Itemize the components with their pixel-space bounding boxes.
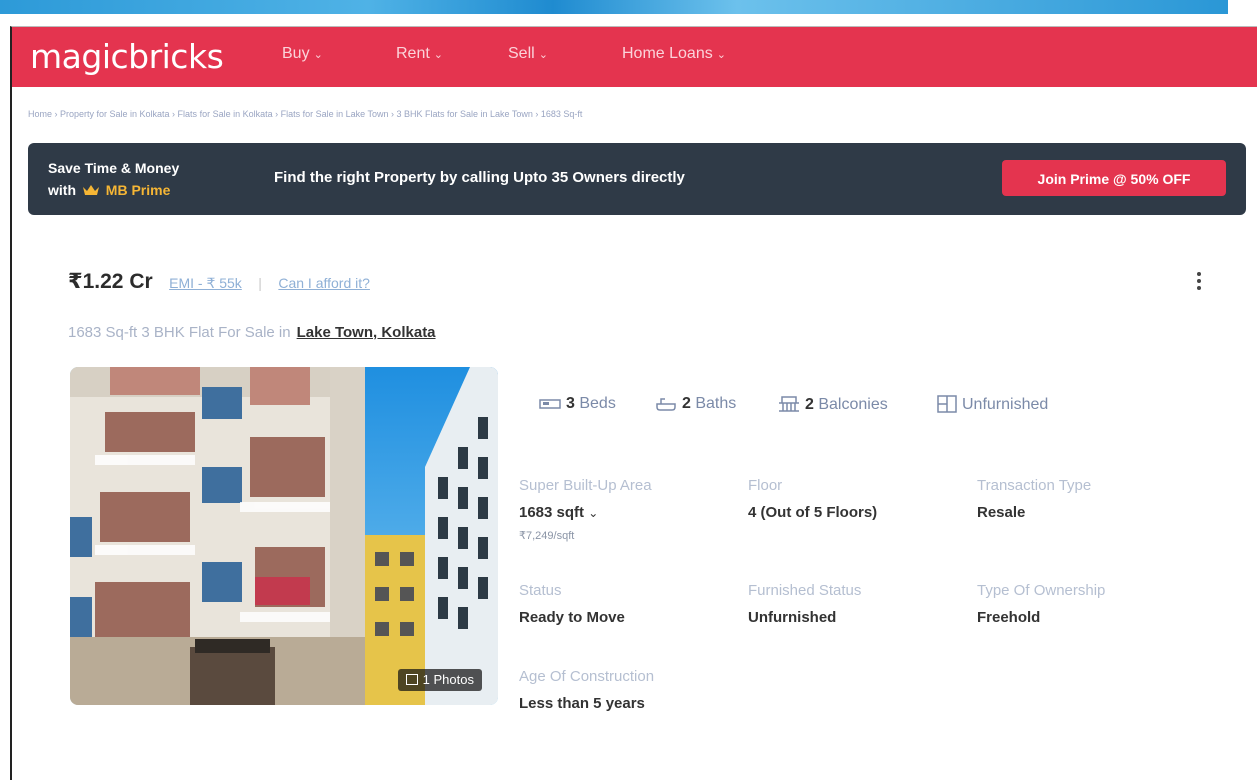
construction-age-value: Less than 5 years <box>519 695 645 712</box>
ownership-type-value: Freehold <box>977 609 1041 626</box>
transaction-type-label: Transaction Type <box>977 477 1092 494</box>
prime-banner: Save Time & Money with MB Prime Find the… <box>28 143 1246 215</box>
chevron-down-icon: ⌄ <box>588 506 599 520</box>
balconies-label: Balconies <box>818 396 888 413</box>
nav-sell-label: Sell <box>508 45 535 62</box>
bath-icon <box>656 398 676 411</box>
prime-promo-text: Save Time & Money with MB Prime <box>48 157 179 201</box>
summary-balconies: 2 Balconies <box>778 395 888 414</box>
prime-line-1: Save Time & Money <box>48 160 180 176</box>
balcony-icon <box>779 396 799 412</box>
chevron-down-icon: ⌄ <box>313 49 323 61</box>
chevron-down-icon: ⌄ <box>716 49 726 61</box>
furnishing-icon <box>937 395 957 413</box>
breadcrumb[interactable]: Home › Property for Sale in Kolkata › Fl… <box>28 109 582 119</box>
photos-count-badge[interactable]: 1 Photos <box>397 669 482 691</box>
summary-furnishing: Unfurnished <box>937 395 1048 414</box>
join-prime-button[interactable]: Join Prime @ 50% OFF <box>1002 160 1226 196</box>
nav-buy-label: Buy <box>282 45 310 62</box>
status-label: Status <box>519 582 562 599</box>
construction-age-label: Age Of Construction <box>519 668 655 685</box>
baths-count: 2 <box>682 395 691 412</box>
super-area-label: Super Built-Up Area <box>519 477 652 494</box>
beds-label: Beds <box>579 395 616 412</box>
emi-link[interactable]: EMI - ₹ 55k <box>169 275 242 291</box>
floor-label: Floor <box>748 477 783 494</box>
beds-count: 3 <box>566 395 575 412</box>
property-photo[interactable]: 1 Photos <box>70 367 498 705</box>
chevron-down-icon: ⌄ <box>538 49 548 61</box>
summary-baths: 2 Baths <box>655 395 736 413</box>
baths-label: Baths <box>695 395 737 412</box>
status-value: Ready to Move <box>519 609 625 626</box>
summary-beds: 3 Beds <box>539 395 616 413</box>
nav-sell[interactable]: Sell ⌄ <box>508 45 548 63</box>
price-row: ₹1.22 Cr EMI - ₹ 55k | Can I afford it? <box>68 269 370 299</box>
more-options-icon[interactable] <box>1192 269 1206 295</box>
nav-home-loans[interactable]: Home Loans ⌄ <box>622 45 726 63</box>
location-link[interactable]: Lake Town, Kolkata <box>297 324 436 341</box>
chevron-down-icon: ⌄ <box>433 49 444 61</box>
balconies-count: 2 <box>805 396 814 413</box>
prime-message: Find the right Property by calling Upto … <box>274 169 685 186</box>
furnishing-label: Unfurnished <box>962 396 1049 413</box>
afford-link[interactable]: Can I afford it? <box>278 275 370 291</box>
prime-line-2-prefix: with <box>48 182 76 198</box>
top-navbar: magicbricks Buy ⌄ Rent ⌄ Sell ⌄ Home Loans ⌄ <box>12 27 1257 87</box>
listing-price: ₹1.22 Cr <box>68 270 153 293</box>
prime-name: MB Prime <box>105 182 171 198</box>
furnished-status-label: Furnished Status <box>748 582 862 599</box>
photos-count-text: 1 Photos <box>422 672 474 687</box>
price-per-sqft: ₹7,249/sqft <box>519 530 575 542</box>
listing-title-text: 1683 Sq-ft 3 BHK Flat For Sale in <box>68 324 291 341</box>
super-area-value[interactable]: 1683 sqft ⌄ <box>519 504 598 521</box>
building-photo-image <box>70 367 498 705</box>
image-icon <box>405 674 418 685</box>
floor-value: 4 (Out of 5 Floors) <box>748 504 878 521</box>
listing-title: 1683 Sq-ft 3 BHK Flat For Sale in Lake To… <box>68 324 436 341</box>
nav-rent-label: Rent <box>396 45 430 62</box>
super-area-value-text: 1683 sqft <box>519 504 585 521</box>
brand-logo[interactable]: magicbricks <box>30 37 224 76</box>
ownership-type-label: Type Of Ownership <box>977 582 1106 599</box>
nav-buy[interactable]: Buy ⌄ <box>282 45 323 63</box>
price-separator: | <box>258 275 262 291</box>
nav-home-loans-label: Home Loans <box>622 45 713 62</box>
nav-rent[interactable]: Rent ⌄ <box>396 45 443 63</box>
bed-icon <box>539 399 561 409</box>
furnished-status-value: Unfurnished <box>748 609 837 626</box>
page-frame: magicbricks Buy ⌄ Rent ⌄ Sell ⌄ Home Loans ⌄… <box>10 26 1257 780</box>
browser-top-strip <box>0 0 1228 14</box>
crown-icon <box>82 185 99 195</box>
transaction-type-value: Resale <box>977 504 1026 521</box>
